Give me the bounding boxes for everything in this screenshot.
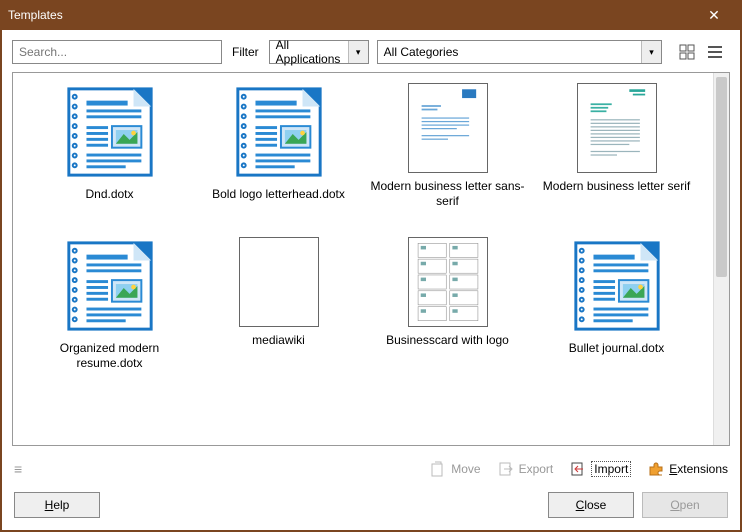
template-thumbnail xyxy=(408,237,488,327)
template-label: Modern business letter sans-serif xyxy=(368,179,528,209)
templates-area: Dnd.dotx Bold logo letterhead.dotx Moder… xyxy=(12,72,730,446)
template-item[interactable]: Bullet journal.dotx xyxy=(532,237,701,371)
chevron-down-icon[interactable]: ▾ xyxy=(641,41,661,63)
view-mode-buttons xyxy=(676,41,726,63)
list-icon xyxy=(707,44,723,60)
menu-icon[interactable]: ≡ xyxy=(14,461,32,477)
template-label: mediawiki xyxy=(252,333,305,348)
template-item[interactable]: Modern business letter sans-serif xyxy=(363,83,532,209)
template-thumbnail xyxy=(61,83,159,181)
template-item[interactable]: mediawiki xyxy=(194,237,363,371)
action-bar: ≡ Move Export Import Extensions xyxy=(2,452,740,486)
scrollbar-thumb[interactable] xyxy=(716,77,727,277)
export-label: Export xyxy=(519,462,554,476)
button-bar: Help Close Open xyxy=(2,486,740,530)
filter-label: Filter xyxy=(230,45,261,59)
template-thumbnail xyxy=(230,83,328,181)
close-button[interactable]: Close xyxy=(548,492,634,518)
template-item[interactable]: Bold logo letterhead.dotx xyxy=(194,83,363,209)
import-button[interactable]: Import xyxy=(569,460,631,478)
template-item[interactable]: Modern business letter serif xyxy=(532,83,701,209)
application-filter-combo[interactable]: All Applications ▾ xyxy=(269,40,369,64)
export-button[interactable]: Export xyxy=(497,460,554,478)
application-filter-value: All Applications xyxy=(270,38,348,66)
thumbnail-view-button[interactable] xyxy=(676,41,698,63)
template-thumbnail xyxy=(408,83,488,173)
category-filter-value: All Categories xyxy=(378,45,641,59)
template-label: Businesscard with logo xyxy=(386,333,509,348)
template-thumbnail xyxy=(239,237,319,327)
search-input[interactable] xyxy=(12,40,222,64)
toolbar: Filter All Applications ▾ All Categories… xyxy=(2,30,740,72)
export-icon xyxy=(497,460,515,478)
template-label: Bold logo letterhead.dotx xyxy=(212,187,345,202)
scrollbar[interactable] xyxy=(713,73,729,445)
template-item[interactable]: Dnd.dotx xyxy=(25,83,194,209)
extensions-label: Extensions xyxy=(669,462,728,476)
move-icon xyxy=(429,460,447,478)
templates-grid: Dnd.dotx Bold logo letterhead.dotx Moder… xyxy=(13,73,713,445)
dialog-body: Filter All Applications ▾ All Categories… xyxy=(2,30,740,530)
grid-icon xyxy=(679,44,695,60)
extensions-button[interactable]: Extensions xyxy=(647,460,728,478)
template-label: Organized modern resume.dotx xyxy=(30,341,190,371)
import-label: Import xyxy=(591,461,631,477)
category-filter-combo[interactable]: All Categories ▾ xyxy=(377,40,662,64)
open-label: Open xyxy=(670,498,699,512)
close-icon[interactable]: ✕ xyxy=(694,7,734,24)
template-thumbnail xyxy=(568,237,666,335)
chevron-down-icon[interactable]: ▾ xyxy=(348,41,368,63)
window-title: Templates xyxy=(8,8,694,22)
template-thumbnail xyxy=(61,237,159,335)
close-label: Close xyxy=(576,498,607,512)
template-label: Dnd.dotx xyxy=(85,187,133,202)
template-label: Modern business letter serif xyxy=(543,179,690,194)
template-label: Bullet journal.dotx xyxy=(569,341,664,356)
extensions-icon xyxy=(647,460,665,478)
help-button[interactable]: Help xyxy=(14,492,100,518)
help-label: Help xyxy=(45,498,70,512)
move-button[interactable]: Move xyxy=(429,460,480,478)
template-item[interactable]: Businesscard with logo xyxy=(363,237,532,371)
open-button[interactable]: Open xyxy=(642,492,728,518)
template-thumbnail xyxy=(577,83,657,173)
template-item[interactable]: Organized modern resume.dotx xyxy=(25,237,194,371)
import-icon xyxy=(569,460,587,478)
list-view-button[interactable] xyxy=(704,41,726,63)
move-label: Move xyxy=(451,462,480,476)
title-bar: Templates ✕ xyxy=(0,0,742,30)
